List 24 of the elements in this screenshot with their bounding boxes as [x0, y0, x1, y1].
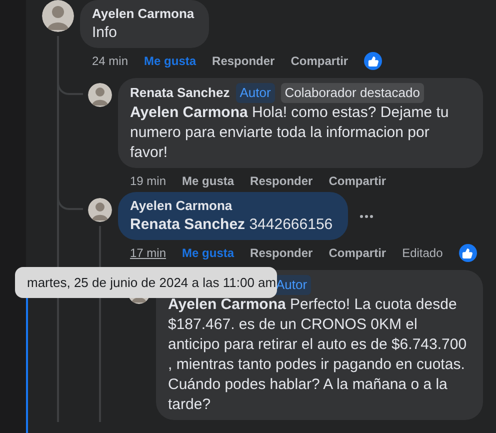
- reply-button[interactable]: Responder: [212, 52, 275, 70]
- avatar[interactable]: [88, 198, 112, 222]
- reply-button[interactable]: Responder: [250, 172, 313, 190]
- comment-text: Info: [92, 23, 118, 43]
- author-name[interactable]: Ayelen Carmona: [92, 5, 194, 23]
- author-name[interactable]: Ayelen Carmona: [130, 197, 232, 215]
- comment-text: Ayelen Carmona Perfecto! La cuota desde $187.467. es de un CRONOS 0KM el anticipo para retirar el auto es de $6.743.700 , mientras tanto podes ir pagando en cuotas. Cuándo podes hablar? A la mañana o a la tarde?: [168, 295, 468, 415]
- comment-text: Ayelen Carmona Hola! como estas? Dejame tu numero para enviarte toda la informacion por favor!: [130, 103, 450, 163]
- timestamp[interactable]: 24 min: [92, 52, 128, 70]
- timestamp[interactable]: 19 min: [130, 172, 166, 190]
- more-options-button[interactable]: [360, 214, 373, 218]
- author-badge: Autor: [236, 83, 275, 103]
- reply-button[interactable]: Responder: [250, 244, 313, 262]
- edited-label: Editado: [402, 245, 443, 262]
- comment-text: Renata Sanchez 3442666156: [130, 215, 333, 235]
- top-contributor-badge: Colaborador destacado: [280, 83, 424, 103]
- timestamp[interactable]: 17 min: [130, 244, 166, 262]
- share-button[interactable]: Compartir: [290, 52, 348, 70]
- share-button[interactable]: Compartir: [328, 172, 386, 190]
- avatar[interactable]: [88, 83, 112, 107]
- avatar[interactable]: [42, 0, 74, 32]
- like-button[interactable]: Me gusta: [182, 172, 234, 190]
- author-name[interactable]: Renata Sanchez: [130, 84, 230, 102]
- share-button[interactable]: Compartir: [328, 244, 386, 262]
